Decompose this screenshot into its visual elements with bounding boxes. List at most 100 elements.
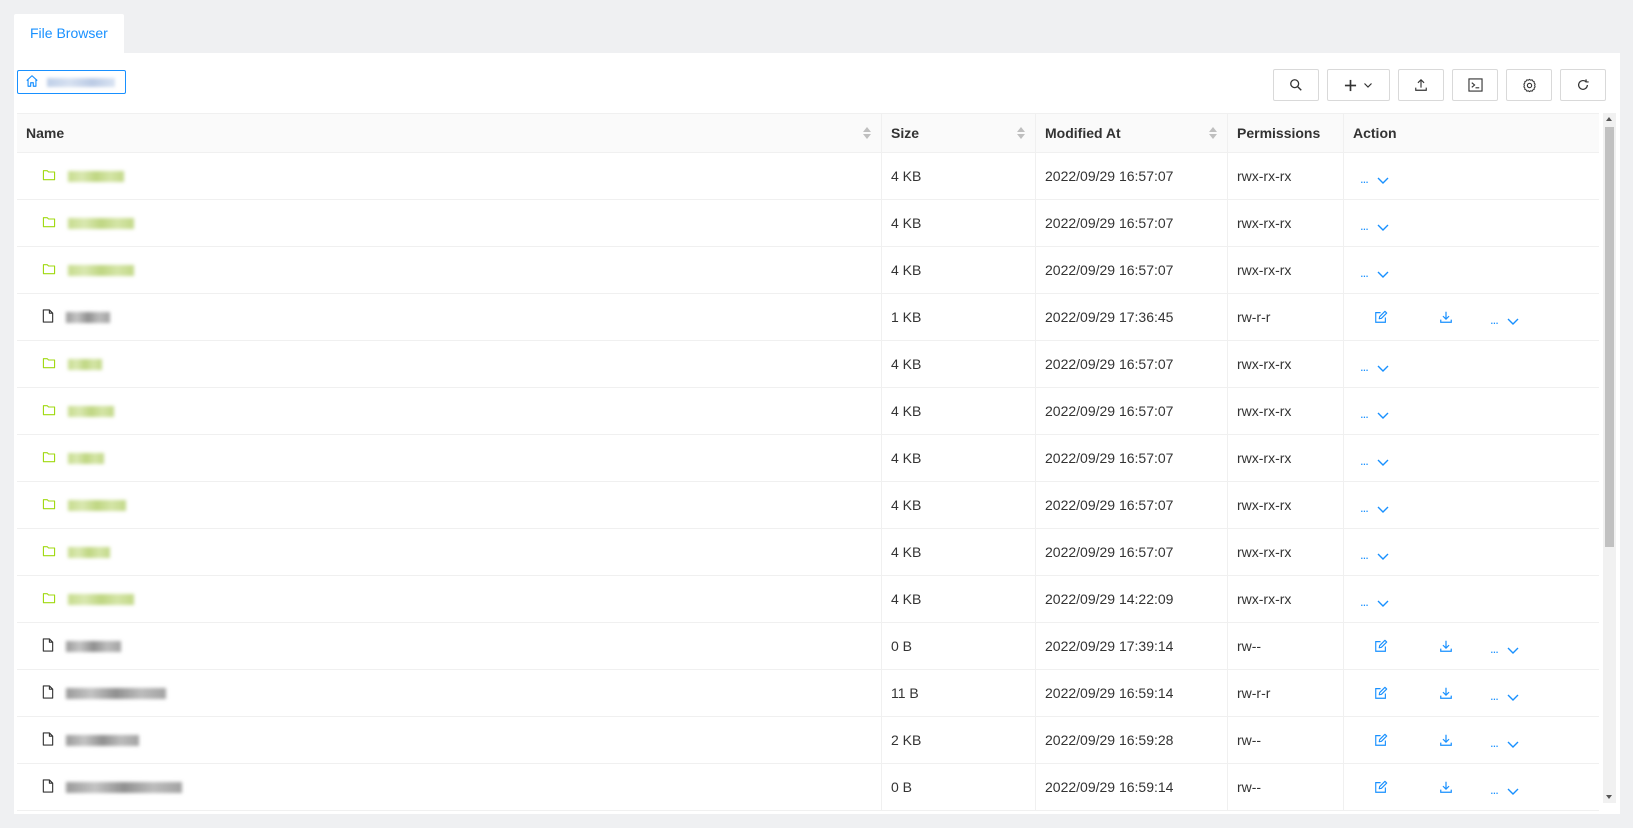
name-cell[interactable] [17, 435, 882, 481]
download-icon[interactable] [1439, 686, 1453, 703]
more-actions-icon[interactable]: ... [1360, 548, 1369, 561]
table-row[interactable]: 11 B 2022/09/29 16:59:14 rw-r-r... [17, 670, 1599, 717]
more-actions-icon[interactable]: ... [1490, 642, 1499, 655]
download-icon[interactable] [1439, 780, 1453, 797]
file-name[interactable] [68, 452, 104, 464]
more-actions-icon[interactable]: ... [1360, 454, 1369, 467]
settings-button[interactable] [1506, 69, 1552, 101]
download-icon[interactable] [1439, 639, 1453, 656]
name-cell[interactable] [17, 623, 882, 669]
table-row[interactable]: 4 KB 2022/09/29 16:57:07 rwx-rx-rx... [17, 388, 1599, 435]
sort-icon[interactable] [1209, 127, 1217, 139]
file-name[interactable] [68, 170, 124, 182]
chevron-down-icon[interactable] [1377, 548, 1389, 564]
table-row[interactable]: 4 KB 2022/09/29 16:57:07 rwx-rx-rx... [17, 247, 1599, 294]
table-row[interactable]: 4 KB 2022/09/29 16:57:07 rwx-rx-rx... [17, 200, 1599, 247]
name-cell[interactable] [17, 294, 882, 340]
table-row[interactable]: 0 B 2022/09/29 17:39:14 rw--... [17, 623, 1599, 670]
chevron-down-icon[interactable] [1377, 501, 1389, 517]
file-name[interactable] [68, 358, 102, 370]
file-name[interactable] [66, 734, 139, 746]
column-header-modified[interactable]: Modified At [1036, 114, 1228, 152]
scroll-down-arrow-icon[interactable] [1606, 795, 1612, 799]
file-name[interactable] [68, 405, 114, 417]
tab-file-browser[interactable]: File Browser [14, 14, 124, 53]
name-cell[interactable] [17, 153, 882, 199]
table-row[interactable]: 4 KB 2022/09/29 16:57:07 rwx-rx-rx... [17, 482, 1599, 529]
table-row[interactable]: 1 KB 2022/09/29 17:36:45 rw-r-r... [17, 294, 1599, 341]
column-header-name[interactable]: Name [17, 114, 882, 152]
edit-icon[interactable] [1374, 639, 1388, 656]
edit-icon[interactable] [1374, 686, 1388, 703]
home-icon[interactable] [25, 74, 39, 91]
table-row[interactable]: 4 KB 2022/09/29 16:57:07 rwx-rx-rx... [17, 529, 1599, 576]
new-button[interactable] [1327, 69, 1390, 101]
table-row[interactable]: 0 B 2022/09/29 16:59:14 rw--... [17, 764, 1599, 811]
terminal-button[interactable] [1452, 69, 1498, 101]
more-actions-icon[interactable]: ... [1490, 689, 1499, 702]
more-actions-icon[interactable]: ... [1360, 501, 1369, 514]
upload-button[interactable] [1398, 69, 1444, 101]
vertical-scrollbar[interactable] [1603, 113, 1616, 803]
name-cell[interactable] [17, 200, 882, 246]
file-name[interactable] [66, 687, 166, 699]
chevron-down-icon[interactable] [1507, 736, 1519, 752]
more-actions-icon[interactable]: ... [1490, 736, 1499, 749]
chevron-down-icon[interactable] [1377, 266, 1389, 282]
more-actions-icon[interactable]: ... [1490, 783, 1499, 796]
chevron-down-icon[interactable] [1377, 407, 1389, 423]
more-actions-icon[interactable]: ... [1360, 360, 1369, 373]
name-cell[interactable] [17, 576, 882, 622]
file-name[interactable] [68, 593, 134, 605]
column-header-size[interactable]: Size [882, 114, 1036, 152]
breadcrumb-path[interactable] [47, 77, 115, 87]
chevron-down-icon[interactable] [1507, 642, 1519, 658]
refresh-button[interactable] [1560, 69, 1606, 101]
search-button[interactable] [1273, 69, 1319, 101]
chevron-down-icon[interactable] [1507, 783, 1519, 799]
file-name[interactable] [66, 781, 182, 793]
edit-icon[interactable] [1374, 733, 1388, 750]
file-name[interactable] [68, 546, 110, 558]
edit-icon[interactable] [1374, 780, 1388, 797]
name-cell[interactable] [17, 529, 882, 575]
table-row[interactable]: 4 KB 2022/09/29 16:57:07 rwx-rx-rx... [17, 153, 1599, 200]
scroll-up-arrow-icon[interactable] [1606, 117, 1612, 121]
sort-icon[interactable] [863, 127, 871, 139]
table-row[interactable]: 2 KB 2022/09/29 16:59:28 rw--... [17, 717, 1599, 764]
name-cell[interactable] [17, 482, 882, 528]
chevron-down-icon[interactable] [1377, 360, 1389, 376]
file-name[interactable] [66, 640, 121, 652]
chevron-down-icon[interactable] [1377, 172, 1389, 188]
file-name[interactable] [68, 217, 134, 229]
download-icon[interactable] [1439, 733, 1453, 750]
edit-icon[interactable] [1374, 310, 1388, 327]
file-name[interactable] [66, 311, 110, 323]
chevron-down-icon[interactable] [1377, 595, 1389, 611]
more-actions-icon[interactable]: ... [1360, 595, 1369, 608]
more-actions-icon[interactable]: ... [1360, 172, 1369, 185]
chevron-down-icon[interactable] [1507, 689, 1519, 705]
name-cell[interactable] [17, 764, 882, 810]
name-cell[interactable] [17, 388, 882, 434]
file-name[interactable] [68, 499, 126, 511]
scroll-thumb[interactable] [1605, 127, 1614, 547]
name-cell[interactable] [17, 247, 882, 293]
name-cell[interactable] [17, 717, 882, 763]
table-row[interactable]: 4 KB 2022/09/29 16:57:07 rwx-rx-rx... [17, 435, 1599, 482]
breadcrumb[interactable] [17, 70, 126, 94]
more-actions-icon[interactable]: ... [1360, 219, 1369, 232]
file-name[interactable] [68, 264, 134, 276]
table-row[interactable]: 4 KB 2022/09/29 14:22:09 rwx-rx-rx... [17, 576, 1599, 623]
name-cell[interactable] [17, 341, 882, 387]
more-actions-icon[interactable]: ... [1360, 407, 1369, 420]
table-row[interactable]: 4 KB 2022/09/29 16:57:07 rwx-rx-rx... [17, 341, 1599, 388]
more-actions-icon[interactable]: ... [1490, 313, 1499, 326]
chevron-down-icon[interactable] [1507, 313, 1519, 329]
more-actions-icon[interactable]: ... [1360, 266, 1369, 279]
chevron-down-icon[interactable] [1377, 454, 1389, 470]
download-icon[interactable] [1439, 310, 1453, 327]
name-cell[interactable] [17, 670, 882, 716]
chevron-down-icon[interactable] [1377, 219, 1389, 235]
sort-icon[interactable] [1017, 127, 1025, 139]
